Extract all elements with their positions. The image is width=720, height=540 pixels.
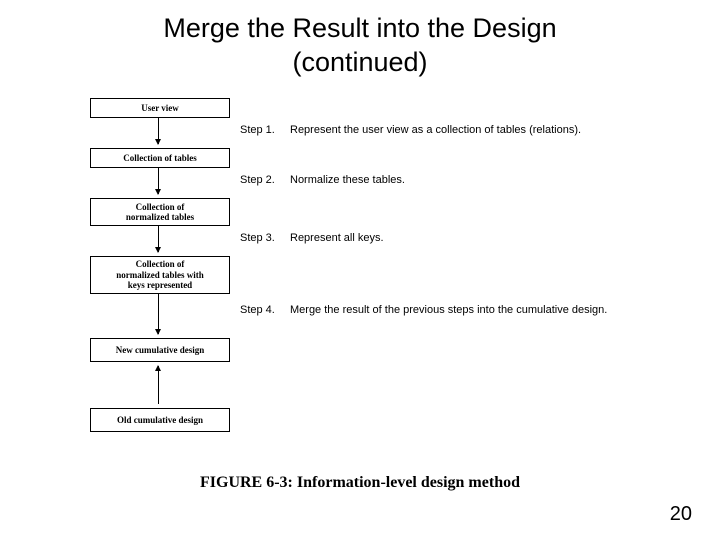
step4-desc: Merge the result of the previous steps i… (290, 304, 607, 318)
arrow-3-4 (158, 226, 159, 252)
step4-label: Step 4. (240, 304, 275, 316)
step1-desc: Represent the user view as a collection … (290, 124, 581, 138)
box-keys-represented: Collection of normalized tables with key… (90, 256, 230, 294)
flow-diagram: User view Step 1. Represent the user vie… (90, 98, 650, 468)
step2-label: Step 2. (240, 174, 275, 186)
arrow-1-2 (158, 118, 159, 144)
step3-desc: Represent all keys. (290, 232, 384, 246)
box-old-cumulative: Old cumulative design (90, 408, 230, 432)
step1-label: Step 1. (240, 124, 275, 136)
arrow-4-5 (158, 294, 159, 334)
box-user-view: User view (90, 98, 230, 118)
box-collection-tables: Collection of tables (90, 148, 230, 168)
box-new-cumulative: New cumulative design (90, 338, 230, 362)
arrow-2-3 (158, 168, 159, 194)
box-normalized-tables: Collection of normalized tables (90, 198, 230, 226)
title-line-2: (continued) (292, 47, 427, 77)
page-number: 20 (670, 503, 692, 526)
figure-caption: FIGURE 6-3: Information-level design met… (0, 474, 720, 492)
step2-desc: Normalize these tables. (290, 174, 405, 188)
arrow-6-5 (158, 366, 159, 404)
title-line-1: Merge the Result into the Design (163, 13, 556, 43)
step3-label: Step 3. (240, 232, 275, 244)
